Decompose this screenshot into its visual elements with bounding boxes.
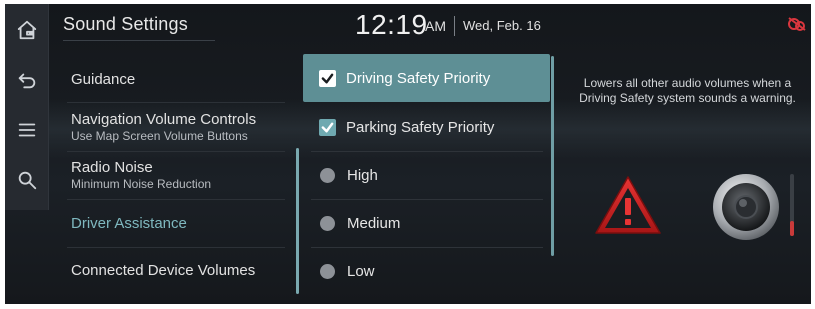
option-label: High [347,166,378,184]
volume-level-bar [790,174,794,236]
option-description: Lowers all other audio volumes when a Dr… [579,76,796,105]
search-button[interactable] [5,156,49,204]
option-label: Driving Safety Priority [346,69,491,87]
clock-date: Wed, Feb. 16 [463,18,541,33]
menu-button[interactable] [5,106,49,154]
clock-divider [454,16,455,36]
clock-ampm: AM [425,18,446,34]
radio-button[interactable] [320,263,335,279]
category-label: Connected Device Volumes [71,262,256,279]
title-underline [63,40,215,41]
option-label: Medium [347,214,401,232]
option-driving-safety-priority[interactable]: Driving Safety Priority [303,54,550,102]
menu-icon [18,123,36,137]
option-medium[interactable]: Medium [303,199,550,247]
option-parking-safety-priority[interactable]: Parking Safety Priority [303,103,550,151]
checkbox[interactable] [319,69,336,87]
back-icon [18,73,36,89]
side-rail [5,4,49,210]
search-icon [18,171,37,190]
category-connected-device-volumes[interactable]: Connected Device Volumes [71,262,255,279]
category-label: Radio Noise [71,159,153,176]
divider [67,199,285,200]
category-driver-assistance[interactable]: Driver Assistance [71,215,187,232]
option-low[interactable]: Low [303,247,550,295]
infotainment-screen: Sound Settings 12:19 AM Wed, Feb. 16 Gui… [5,4,811,304]
checkmark-icon [321,122,334,132]
category-label: Navigation Volume Controls [71,111,257,128]
category-label: Driver Assistance [71,215,187,232]
page-title: Sound Settings [63,14,188,34]
divider [67,102,285,103]
home-button[interactable] [5,6,49,54]
option-label: Parking Safety Priority [346,118,495,136]
radio-button[interactable] [320,167,335,183]
radio-button[interactable] [320,215,335,231]
category-sublabel: Minimum Noise Reduction [71,177,212,191]
option-label: Low [347,262,375,280]
option-high[interactable]: High [303,151,550,199]
category-radio-noise[interactable]: Radio Noise Minimum Noise Reduction [71,159,211,191]
options-scrollbar[interactable] [551,56,554,256]
category-scrollbar[interactable] [296,148,299,294]
speaker-icon [713,174,779,240]
checkbox[interactable] [319,118,336,136]
warning-icon [595,176,661,234]
divider [67,247,285,248]
category-label: Guidance [71,71,136,88]
checkmark-icon [321,73,334,83]
home-icon [17,20,37,40]
connection-status-icon [788,17,806,31]
clock-time: 12:19 [355,9,428,40]
category-guidance[interactable]: Guidance [71,71,135,88]
divider [67,151,285,152]
category-navigation-volume[interactable]: Navigation Volume Controls Use Map Scree… [71,111,256,143]
volume-level-fill [790,220,794,236]
back-button[interactable] [5,56,49,104]
category-sublabel: Use Map Screen Volume Buttons [71,129,248,143]
